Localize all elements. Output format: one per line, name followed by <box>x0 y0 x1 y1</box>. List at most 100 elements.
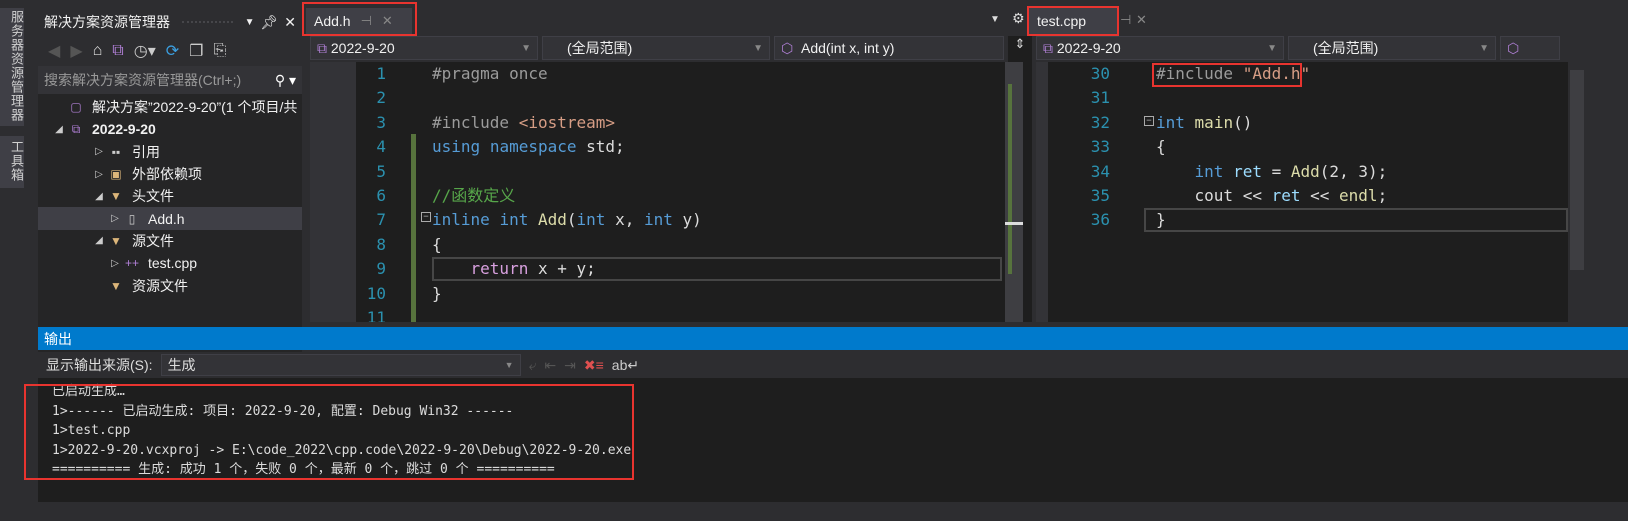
tree-item[interactable]: ▷ ▣ 外部依赖项 <box>38 163 302 185</box>
dropdown-icon[interactable]: ▼ <box>245 17 255 28</box>
method-icon: ⬡ <box>1507 39 1520 56</box>
tree-item[interactable]: ◢ ▼ 头文件 <box>38 185 302 207</box>
member-dropdown[interactable]: ⬡ <box>1500 36 1560 60</box>
word-wrap-icon[interactable]: ab↵ <box>612 357 639 374</box>
member-dropdown[interactable]: ⬡ Add(int x, int y) <box>774 36 1004 60</box>
collapse-all-icon[interactable]: ❐ <box>189 41 203 61</box>
switch-view-icon[interactable]: ⧉ <box>112 42 123 60</box>
go-to-location-icon[interactable]: ⤶ <box>529 357 537 374</box>
scope-dropdown[interactable]: (全局范围) ▼ <box>542 36 770 60</box>
output-title: 输出 <box>44 330 72 347</box>
expander-icon[interactable]: ◢ <box>92 235 106 246</box>
copy-icon[interactable]: ⎘ <box>213 42 226 60</box>
code-line: int ret = Add(2, 3); <box>1156 160 1388 184</box>
pin-icon[interactable]: ⊣ <box>1120 12 1131 28</box>
side-tab-toolbox[interactable]: 工具箱 <box>8 140 26 182</box>
output-source-value: 生成 <box>167 357 196 373</box>
code-token: int <box>499 210 529 230</box>
split-icon[interactable]: ⇕ <box>1008 36 1032 62</box>
tab-list-dropdown-icon[interactable]: ▼ <box>990 14 1000 25</box>
nav-project: 2022-9-20 <box>330 39 395 56</box>
code-token: << <box>1300 186 1340 205</box>
solution-explorer-toolbar: ◀ ▶ ⌂ ⧉ ◷▾ ⟳ ❐ ⎘ <box>38 36 302 66</box>
tree-item[interactable]: ◢ ⧉ 2022-9-20 <box>38 118 302 140</box>
project-dropdown[interactable]: ⧉ 2022-9-20 ▼ <box>310 36 538 60</box>
next-message-icon[interactable]: ⇥ <box>564 357 576 374</box>
close-icon[interactable]: ✕ <box>1136 12 1147 28</box>
line-number: 7 <box>376 210 386 230</box>
scope-dropdown[interactable]: (全局范围) ▼ <box>1288 36 1496 60</box>
change-marker <box>411 134 416 322</box>
back-icon[interactable]: ◀ <box>48 41 60 61</box>
code-line: cout << ret << endl; <box>1156 184 1388 208</box>
output-source-dropdown[interactable]: 生成 ▼ <box>160 354 521 376</box>
forward-icon[interactable]: ▶ <box>70 41 82 61</box>
right-scrollbar[interactable] <box>1568 62 1628 322</box>
pin-icon[interactable]: 📌︎ <box>260 14 278 31</box>
project-dropdown[interactable]: ⧉ 2022-9-20 ▼ <box>1036 36 1284 60</box>
pin-icon[interactable]: ⊣ <box>361 13 372 29</box>
expander-icon[interactable]: ▷ <box>92 146 106 157</box>
code-token: using <box>432 137 481 157</box>
expander-icon[interactable]: ▷ <box>108 213 122 224</box>
expander-icon[interactable]: ◢ <box>52 124 66 135</box>
chevron-down-icon: ▼ <box>1479 42 1489 54</box>
expander-icon[interactable]: ▷ <box>108 258 122 269</box>
home-icon[interactable]: ⌂ <box>93 42 103 60</box>
code-token: } <box>1156 210 1166 230</box>
tree-item-label: test.cpp <box>148 255 198 272</box>
line-number: 8 <box>376 234 386 254</box>
collapse-icon[interactable]: − <box>1144 116 1154 126</box>
solution-search-input[interactable]: 搜索解决方案资源管理器(Ctrl+;) ⚲ ▾ <box>38 66 302 94</box>
external-deps-icon: ▣ <box>110 167 122 182</box>
current-line-highlight <box>1144 208 1568 232</box>
code-token: Add <box>1290 161 1320 181</box>
code-editor-add-h[interactable]: − 1 #pragma once 2 3 #include <iostream> 4 usi… <box>310 62 1032 322</box>
sync-icon[interactable]: ⟳ <box>166 41 179 61</box>
clear-all-icon[interactable]: ✖≡ <box>584 357 604 374</box>
gear-icon[interactable]: ⚙ <box>1012 10 1025 27</box>
close-icon[interactable]: ✕ <box>284 14 296 31</box>
search-icon[interactable]: ⚲ ▾ <box>275 72 296 89</box>
search-placeholder: 搜索解决方案资源管理器(Ctrl+;) <box>44 72 242 88</box>
left-nav-bar: ⧉ 2022-9-20 ▼ (全局范围) ▼ ⬡ Add(int x, int y)… <box>310 36 1032 62</box>
tree-item[interactable]: ◢ ▼ 源文件 <box>38 230 302 252</box>
nav-member: Add(int x, int y) <box>801 39 895 56</box>
line-number: 4 <box>376 137 386 157</box>
filter-folder-icon: ▼ <box>110 278 122 293</box>
tab-test-cpp[interactable]: test.cpp <box>1027 6 1119 36</box>
close-icon[interactable]: ✕ <box>382 13 393 29</box>
code-line: } <box>1156 208 1166 232</box>
expander-icon[interactable]: ◢ <box>92 191 106 202</box>
include-highlight-box <box>1152 63 1302 87</box>
method-icon: ⬡ <box>781 39 794 56</box>
code-line: int main() <box>1156 111 1252 135</box>
code-line: { <box>1156 135 1166 159</box>
tree-item[interactable]: ▢ 解决方案”2022-9-20”(1 个项目/共 <box>38 96 302 118</box>
side-tab-server-explorer[interactable]: 服务器资源管理器 <box>8 10 26 122</box>
tree-item[interactable]: ▷ ▪▪ 引用 <box>38 141 302 163</box>
line-number: 5 <box>376 161 386 181</box>
tab-label: Add.h <box>314 13 351 29</box>
line-number: 10 <box>366 283 386 303</box>
tree-item[interactable]: ▷ ++ test.cpp <box>38 252 302 274</box>
code-token: x + y; <box>528 259 596 279</box>
tree-item-label: 解决方案”2022-9-20”(1 个项目/共 <box>92 99 298 116</box>
scrollbar[interactable] <box>1005 62 1023 322</box>
tree-item[interactable]: ▷ ▯ Add.h <box>38 207 302 230</box>
tree-item[interactable]: ▼ 资源文件 <box>38 274 302 296</box>
cpp-project-icon: ⧉ <box>317 39 327 56</box>
line-number: 32 <box>1090 112 1110 132</box>
pending-changes-icon[interactable]: ◷▾ <box>134 41 156 61</box>
tab-add-h[interactable]: Add.h ⊣ ✕ <box>306 8 412 34</box>
code-token: int <box>576 210 606 230</box>
code-token: endl <box>1339 186 1378 205</box>
tree-item-label: 2022-9-20 <box>92 121 156 138</box>
expander-icon[interactable]: ▷ <box>92 169 106 180</box>
collapse-icon[interactable]: − <box>421 212 431 222</box>
code-token: ret <box>1233 161 1262 181</box>
code-editor-test-cpp[interactable]: − 30 #include "Add.h" 31 32 int main() 33{34 … <box>1036 62 1568 322</box>
previous-message-icon[interactable]: ⇤ <box>544 357 556 374</box>
